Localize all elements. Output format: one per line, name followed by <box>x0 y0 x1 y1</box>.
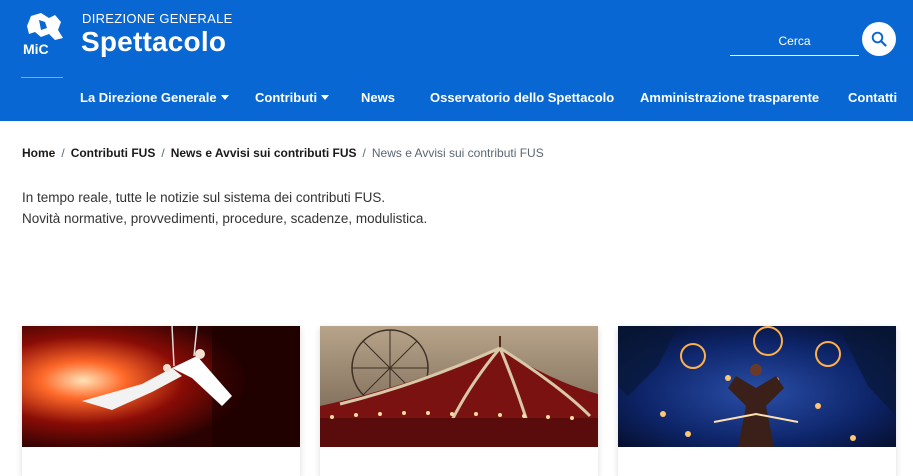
nav-item-osservatorio[interactable]: Osservatorio dello Spettacolo <box>430 86 614 110</box>
nav-item-amministrazione-trasparente[interactable]: Amministrazione trasparente <box>640 86 819 110</box>
chevron-down-icon <box>220 95 229 101</box>
site-header: MiC DIREZIONE GENERALE Spettacolo La Dir… <box>0 0 913 121</box>
svg-text:MiC: MiC <box>23 41 49 57</box>
breadcrumb-separator: / <box>61 146 65 160</box>
breadcrumb-current: News e Avvisi sui contributi FUS <box>371 146 544 160</box>
fire-acrobats-photo[interactable] <box>618 326 896 447</box>
nav-item-label: Contributi <box>255 90 318 105</box>
search-icon <box>871 31 887 47</box>
brand-title[interactable]: Spettacolo <box>81 26 226 58</box>
breadcrumb-home[interactable]: Home <box>22 146 55 160</box>
aerial-acrobats-photo[interactable] <box>22 326 300 447</box>
breadcrumb: Home / Contributi FUS / News e Avvisi sui co… <box>22 146 544 164</box>
nav-item-label: La Direzione Generale <box>80 90 217 105</box>
breadcrumb-separator: / <box>362 146 366 160</box>
search-field <box>730 28 859 56</box>
circus-tent-photo[interactable] <box>320 326 598 447</box>
breadcrumb-contributi-fus[interactable]: Contributi FUS <box>71 146 156 160</box>
nav-item-direzione-generale[interactable]: La Direzione Generale <box>80 86 229 110</box>
nav-item-contributi[interactable]: Contributi <box>255 86 330 110</box>
intro-text: In tempo reale, tutte le notizie sul sis… <box>22 187 622 229</box>
search-button[interactable] <box>862 22 896 56</box>
search-input[interactable] <box>730 28 859 54</box>
brand-subtitle: DIREZIONE GENERALE <box>82 11 233 26</box>
breadcrumb-separator: / <box>161 146 165 160</box>
news-card[interactable] <box>22 326 300 476</box>
intro-line: In tempo reale, tutte le notizie sul sis… <box>22 190 386 205</box>
breadcrumb-news-avvisi[interactable]: News e Avvisi sui contributi FUS <box>171 146 357 160</box>
nav-item-contatti[interactable]: Contatti <box>848 86 897 110</box>
news-card[interactable] <box>618 326 896 476</box>
header-divider <box>21 77 63 78</box>
nav-item-news[interactable]: News <box>361 86 395 110</box>
mic-logo[interactable]: MiC <box>21 10 68 58</box>
intro-line: Novità normative, provvedimenti, procedu… <box>22 211 428 226</box>
main-nav: La Direzione Generale Contributi News Os… <box>0 86 913 110</box>
news-card[interactable] <box>320 326 598 476</box>
chevron-down-icon <box>321 95 330 101</box>
